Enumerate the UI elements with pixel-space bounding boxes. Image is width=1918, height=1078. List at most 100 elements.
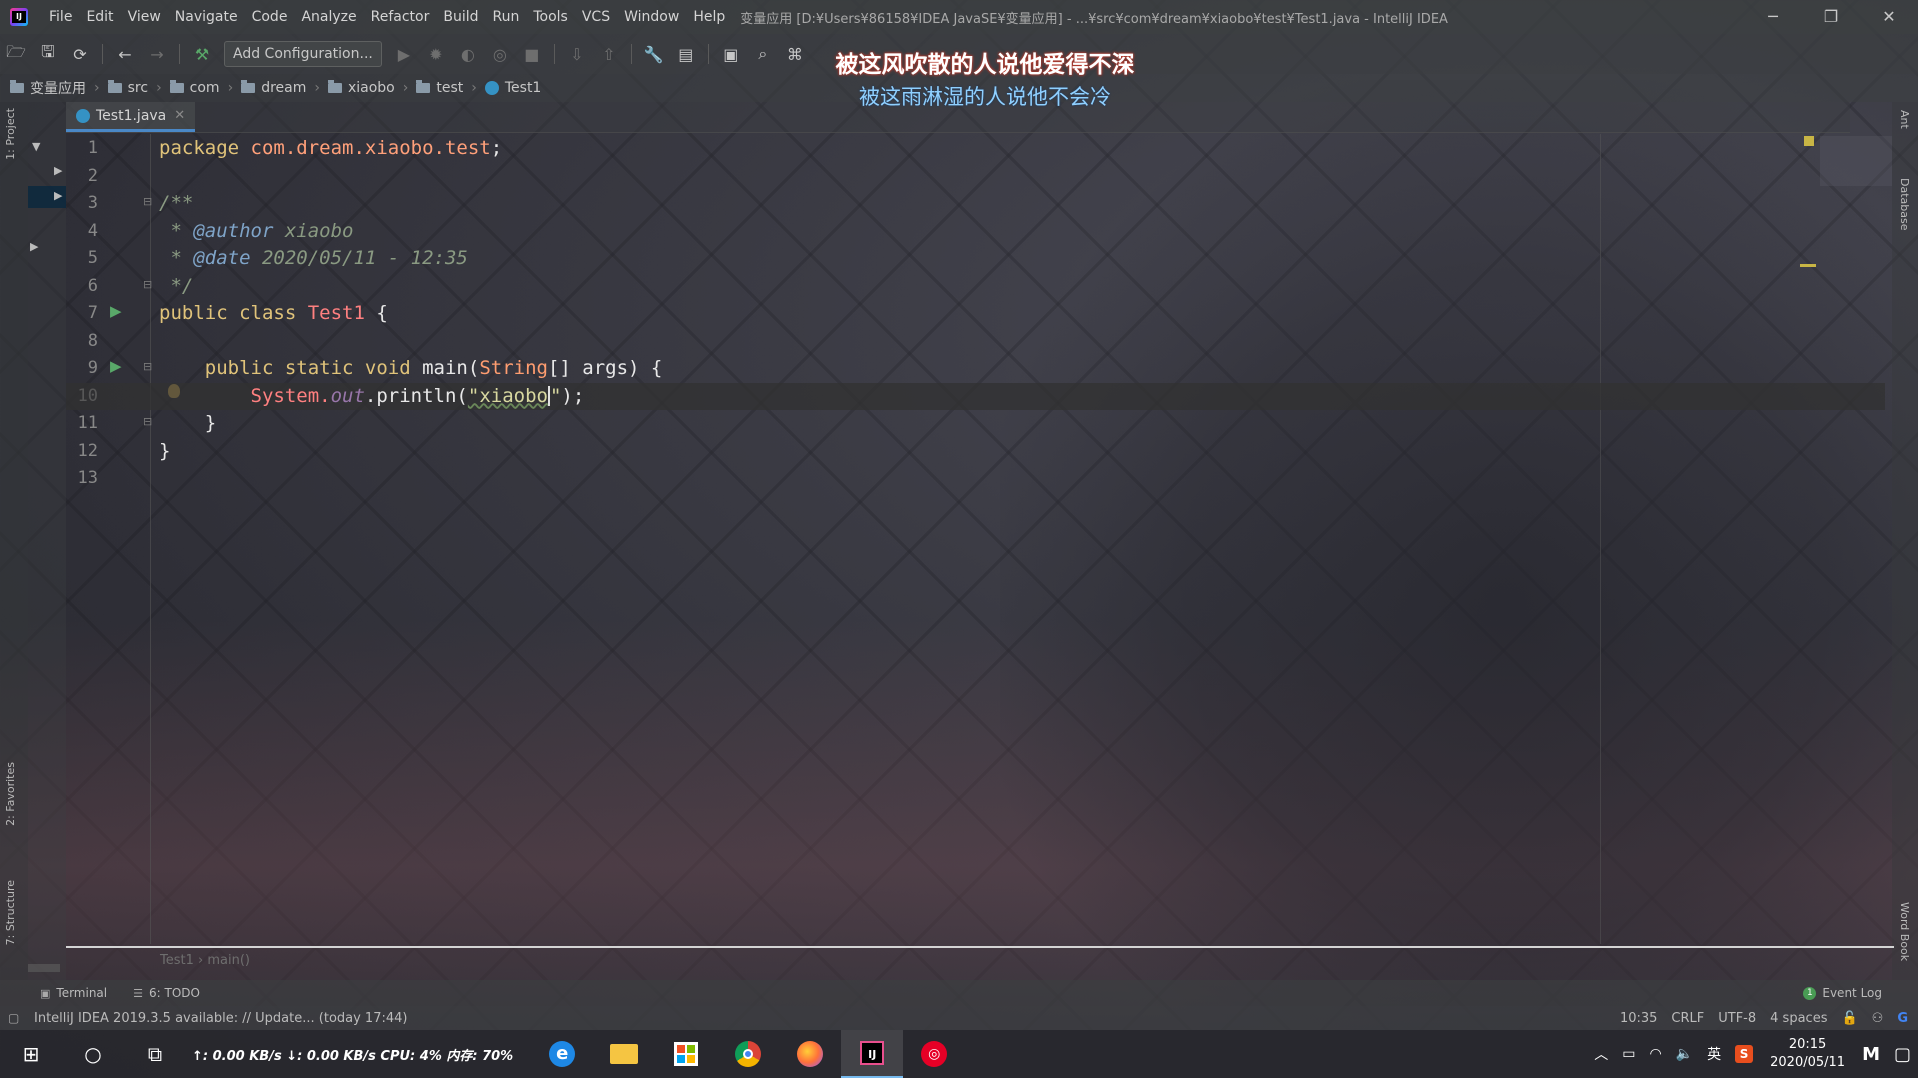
todo-tool-button[interactable]: ☰ 6: TODO <box>133 986 200 1000</box>
event-log-button[interactable]: 1 Event Log <box>1803 980 1882 1006</box>
notification-center-icon[interactable]: ▢ <box>1894 1044 1911 1065</box>
debug-icon[interactable]: ✹ <box>425 43 447 65</box>
menu-window[interactable]: Window <box>617 0 686 34</box>
tree-expand-icon[interactable]: ▼ <box>32 140 40 153</box>
edge-app[interactable]: e <box>531 1030 593 1078</box>
terminal-window-icon[interactable]: ▣ <box>720 43 742 65</box>
menu-refactor[interactable]: Refactor <box>364 0 437 34</box>
lock-icon[interactable]: 🔓 <box>1841 1011 1857 1026</box>
warning-stripe[interactable] <box>1800 264 1816 267</box>
menu-navigate[interactable]: Navigate <box>168 0 245 34</box>
indent-setting[interactable]: 4 spaces <box>1770 1011 1827 1026</box>
search-circle-icon[interactable]: ○ <box>62 1030 124 1078</box>
run-icon[interactable]: ▶ <box>393 43 415 65</box>
windows-start-icon[interactable]: ⊞ <box>0 1030 62 1078</box>
run-class-icon[interactable]: ▶ <box>110 302 122 320</box>
build-hammer-icon[interactable]: ⚒ <box>191 43 213 65</box>
editor-breadcrumb[interactable]: Test1 › main() <box>160 953 250 968</box>
file-encoding[interactable]: UTF-8 <box>1718 1011 1756 1026</box>
database-tool-button[interactable]: Database <box>1898 178 1911 231</box>
menu-help[interactable]: Help <box>686 0 732 34</box>
vcs-commit-icon[interactable]: ⇧ <box>598 43 620 65</box>
tree-collapse-icon[interactable]: ▶ <box>54 164 62 177</box>
menu-edit[interactable]: Edit <box>79 0 120 34</box>
sogou-ime-icon[interactable]: S <box>1735 1045 1754 1063</box>
intellij-logo-icon[interactable] <box>10 8 28 26</box>
minimize-button[interactable]: ─ <box>1744 0 1802 34</box>
menu-vcs[interactable]: VCS <box>575 0 617 34</box>
tree-collapse-icon[interactable]: ▶ <box>30 240 38 253</box>
close-icon[interactable]: ✕ <box>174 108 185 123</box>
inspection-status-icon[interactable] <box>1804 136 1814 146</box>
menu-code[interactable]: Code <box>245 0 295 34</box>
code-minimap[interactable] <box>1820 136 1892 186</box>
profile-icon[interactable]: ◎ <box>489 43 511 65</box>
run-main-icon[interactable]: ▶ <box>110 357 122 375</box>
open-folder-icon[interactable]: 🗁 <box>5 42 27 65</box>
netease-music-app[interactable]: ◎ <box>903 1030 965 1078</box>
menu-run[interactable]: Run <box>486 0 527 34</box>
line-number: 8 <box>87 330 98 351</box>
battery-icon[interactable]: ▭ <box>1622 1046 1635 1062</box>
back-arrow-icon[interactable]: ← <box>114 43 136 65</box>
status-message[interactable]: IntelliJ IDEA 2019.3.5 available: // Upd… <box>34 1011 407 1026</box>
close-button[interactable]: ✕ <box>1860 0 1918 34</box>
breadcrumb-test1[interactable]: Test1 <box>484 80 541 96</box>
m-app-icon[interactable]: M <box>1862 1044 1880 1065</box>
breadcrumb-test[interactable]: test › <box>416 80 485 96</box>
wifi-icon[interactable]: ◠ <box>1649 1046 1661 1062</box>
google-icon[interactable]: G <box>1897 1011 1908 1026</box>
explorer-app[interactable] <box>593 1030 655 1078</box>
breadcrumb-com[interactable]: com › <box>169 80 242 96</box>
code-editor[interactable]: package com.dream.xiaobo.test; /** * @au… <box>66 135 1885 493</box>
restore-button[interactable]: ❐ <box>1802 0 1860 34</box>
breadcrumb-src[interactable]: src › <box>107 80 170 96</box>
intellij-app[interactable]: IJ <box>841 1030 904 1078</box>
project-structure-icon[interactable]: ▤ <box>675 43 697 65</box>
firefox-app[interactable] <box>779 1030 841 1078</box>
settings-wrench-icon[interactable]: 🔧 <box>643 43 665 65</box>
line-separator[interactable]: CRLF <box>1671 1011 1704 1026</box>
toggle-tool-windows-icon[interactable]: ▢ <box>8 1011 19 1025</box>
tab-test1-java[interactable]: Test1.java ✕ <box>66 102 196 132</box>
line-number: 4 <box>87 220 98 241</box>
breadcrumb-dream[interactable]: dream › <box>241 80 328 96</box>
store-app[interactable] <box>655 1030 717 1078</box>
vcs-update-icon[interactable]: ⇩ <box>566 43 588 65</box>
fold-icon[interactable]: ⊟ <box>143 360 152 373</box>
ant-tool-button[interactable]: Ant <box>1898 110 1911 129</box>
coverage-icon[interactable]: ◐ <box>457 43 479 65</box>
synchronize-icon[interactable]: ⟳ <box>69 43 91 65</box>
caret-position[interactable]: 10:35 <box>1620 1011 1657 1026</box>
ime-indicator[interactable]: 英 <box>1707 1044 1721 1064</box>
taskbar-clock[interactable]: 20:15 2020/05/11 <box>1770 1036 1845 1072</box>
stop-icon[interactable]: ■ <box>521 43 543 65</box>
search-icon[interactable]: ⌕ <box>752 43 774 65</box>
inspector-icon[interactable]: ⚇ <box>1872 1011 1884 1026</box>
translate-icon[interactable]: ⌘ <box>784 43 806 65</box>
volume-icon[interactable]: 🔈 <box>1676 1046 1693 1062</box>
fold-icon[interactable]: ⊟ <box>143 278 152 291</box>
task-view-icon[interactable]: ⧉ <box>124 1030 186 1078</box>
structure-tool-button[interactable]: 7: Structure <box>4 880 17 945</box>
menu-file[interactable]: File <box>42 0 79 34</box>
terminal-tool-button[interactable]: ▣ Terminal <box>40 986 107 1000</box>
fold-icon[interactable]: ⊟ <box>143 195 152 208</box>
menu-tools[interactable]: Tools <box>526 0 575 34</box>
horizontal-scrollbar[interactable] <box>28 964 60 972</box>
menu-analyze[interactable]: Analyze <box>294 0 363 34</box>
project-tool-button[interactable]: 1: Project <box>4 108 17 160</box>
menu-build[interactable]: Build <box>436 0 485 34</box>
add-configuration-button[interactable]: Add Configuration... <box>224 41 382 67</box>
favorites-tool-button[interactable]: 2: Favorites <box>4 762 17 826</box>
breadcrumb-xiaobo[interactable]: xiaobo › <box>327 80 416 96</box>
fold-icon[interactable]: ⊟ <box>143 415 152 428</box>
chevron-up-icon[interactable]: ︿ <box>1594 1044 1608 1064</box>
save-all-icon[interactable]: 🖫 <box>37 42 59 65</box>
menu-view[interactable]: View <box>121 0 168 34</box>
chrome-app[interactable] <box>717 1030 779 1078</box>
tree-collapse-icon[interactable]: ▶ <box>54 189 62 202</box>
forward-arrow-icon[interactable]: → <box>146 43 168 65</box>
breadcrumb-project[interactable]: 变量应用 › <box>10 78 108 98</box>
word-book-tool-button[interactable]: Word Book <box>1898 902 1911 961</box>
